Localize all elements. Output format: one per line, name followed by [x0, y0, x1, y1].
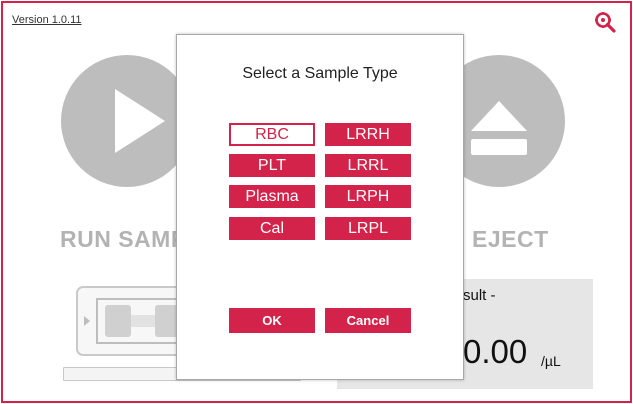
sample-type-rbc-button[interactable]: RBC [229, 123, 315, 146]
result-title: sult - [463, 287, 496, 304]
sample-type-cal-button[interactable]: Cal [229, 217, 315, 240]
sample-type-lrrh-button[interactable]: LRRH [325, 123, 411, 146]
play-icon [115, 89, 165, 153]
sample-type-lrrl-button[interactable]: LRRL [325, 154, 411, 177]
result-value: 0.00 [463, 333, 528, 370]
sample-type-plasma-button[interactable]: Plasma [229, 185, 315, 208]
cancel-button[interactable]: Cancel [325, 308, 411, 333]
dialog-title: Select a Sample Type [242, 65, 398, 82]
ok-button[interactable]: OK [229, 308, 315, 333]
run-sample-button[interactable] [61, 55, 193, 187]
sample-type-dialog: Select a Sample Type RBC LRRH PLT LRRL P… [176, 34, 464, 380]
version-link[interactable]: Version 1.0.11 [12, 14, 82, 26]
cartridge-icon [76, 286, 185, 356]
eject-label: EJECT [472, 226, 549, 252]
run-sample-label: RUN SAMP [60, 226, 187, 252]
app-frame: Version 1.0.11 RUN SAMP EJECT sult - 0.0… [1, 1, 632, 403]
settings-magnifier-icon[interactable] [594, 11, 616, 33]
sample-type-lrpl-button[interactable]: LRPL [325, 217, 411, 240]
result-unit: /µL [541, 353, 561, 369]
sample-type-lrph-button[interactable]: LRPH [325, 185, 411, 208]
sample-type-plt-button[interactable]: PLT [229, 154, 315, 177]
